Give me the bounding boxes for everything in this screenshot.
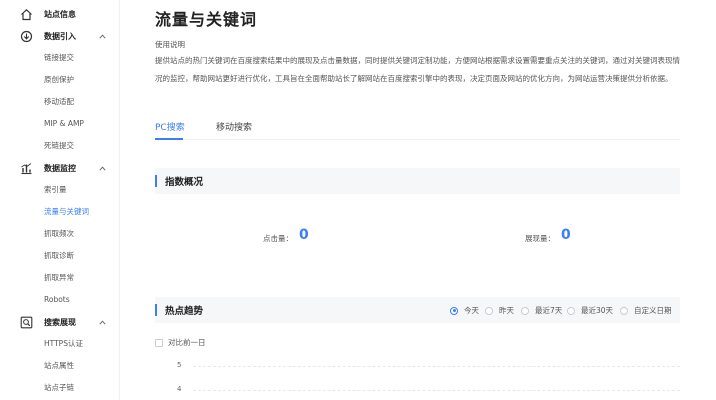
- sidebar-item-sitelinks[interactable]: 站点子链: [44, 381, 74, 395]
- sidebar-item-robots[interactable]: Robots: [44, 293, 70, 307]
- trend-title: 热点趋势: [165, 306, 204, 317]
- radio-label: 最近7天: [535, 306, 563, 315]
- sidebar-item-dead-link[interactable]: 死链提交: [44, 139, 74, 153]
- sidebar-item-crawl-frequency[interactable]: 抓取频次: [44, 227, 74, 241]
- sidebar-group-site-info[interactable]: 站点信息: [0, 5, 119, 25]
- sidebar-item-index-volume[interactable]: 索引量: [44, 183, 67, 197]
- search-tabs: PC搜索 移动搜索: [155, 118, 680, 140]
- range-option-today[interactable]: 今天: [450, 305, 479, 316]
- sidebar-item-original-protect[interactable]: 原创保护: [44, 73, 74, 87]
- sidebar-item-crawl-diagnosis[interactable]: 抓取诊断: [44, 249, 74, 263]
- sidebar-item-mip-amp[interactable]: MIP & AMP: [44, 117, 84, 131]
- range-option-last-7-days[interactable]: 最近7天: [521, 305, 562, 316]
- overview-panel-header: 指数概况: [155, 168, 680, 194]
- compare-previous-day[interactable]: 对比前一日: [155, 337, 206, 348]
- chevron-up-icon: [99, 320, 106, 325]
- sidebar-group-data-monitor[interactable]: 数据监控: [0, 159, 119, 179]
- search-display-icon: [20, 316, 33, 329]
- impressions-value: 0: [561, 227, 571, 243]
- sidebar-item-mobile-adapt[interactable]: 移动适配: [44, 95, 74, 109]
- sidebar-group-label: 站点信息: [44, 10, 76, 19]
- chevron-up-icon: [99, 166, 106, 171]
- radio-label: 最近30天: [581, 306, 614, 315]
- sidebar-group-search-display[interactable]: 搜索展现: [0, 313, 119, 333]
- sidebar-group-label: 数据引入: [44, 32, 76, 41]
- sidebar-group-label: 搜索展现: [44, 318, 76, 327]
- description-title: 使用说明: [155, 40, 185, 49]
- tab-pc-search[interactable]: PC搜索: [155, 120, 185, 133]
- radio-button[interactable]: [567, 306, 575, 315]
- y-tick-label: 4: [177, 385, 182, 393]
- range-option-last-30-days[interactable]: 最近30天: [567, 305, 613, 316]
- radio-label: 今天: [464, 306, 479, 315]
- radio-label: 昨天: [499, 306, 514, 315]
- active-tab-underline: [155, 138, 183, 140]
- clicks-label: 点击量：: [263, 234, 293, 243]
- sidebar-item-link-submit[interactable]: 链接提交: [44, 51, 74, 65]
- clicks-value: 0: [299, 227, 309, 243]
- tab-mobile-search[interactable]: 移动搜索: [216, 120, 252, 133]
- chart-gridline: [193, 390, 680, 391]
- radio-button[interactable]: [620, 306, 628, 315]
- sidebar-item-crawl-errors[interactable]: 抓取异常: [44, 271, 74, 285]
- radio-button[interactable]: [485, 306, 493, 315]
- data-import-icon: [20, 30, 33, 43]
- section-accent-bar: [155, 304, 157, 316]
- sidebar-item-traffic-keywords[interactable]: 流量与关键词: [44, 205, 89, 219]
- home-icon: [21, 8, 32, 21]
- sidebar-group-label: 数据监控: [44, 164, 76, 173]
- sidebar-group-data-import[interactable]: 数据引入: [0, 27, 119, 47]
- radio-label: 自定义日期: [634, 306, 672, 315]
- sidebar-item-site-attributes[interactable]: 站点属性: [44, 359, 74, 373]
- chevron-up-icon: [99, 34, 106, 39]
- chart-gridline: [193, 366, 680, 367]
- bar-chart-icon: [21, 163, 32, 175]
- compare-checkbox[interactable]: [155, 338, 163, 347]
- description-text: 提供站点的热门关键词在百度搜索结果中的展现及点击量数据，同时提供关键词定制功能，…: [155, 56, 680, 83]
- sidebar: 站点信息 数据引入 链接提交 原创保护 移动适配 MIP & AMP 死链提交 …: [0, 0, 120, 400]
- overview-title: 指数概况: [165, 177, 204, 188]
- section-accent-bar: [155, 175, 157, 187]
- sidebar-item-https[interactable]: HTTPS认证: [44, 337, 83, 351]
- radio-button[interactable]: [521, 306, 529, 315]
- radio-button[interactable]: [450, 306, 458, 315]
- main-content: 流量与关键词 使用说明 提供站点的热门关键词在百度搜索结果中的展现及点击量数据，…: [120, 0, 716, 400]
- page-title: 流量与关键词: [155, 10, 258, 29]
- compare-label: 对比前一日: [168, 338, 206, 347]
- y-tick-label: 5: [177, 361, 182, 369]
- range-option-yesterday[interactable]: 昨天: [485, 305, 514, 316]
- impressions-label: 展现量：: [525, 234, 555, 243]
- range-option-custom-date[interactable]: 自定义日期: [620, 305, 672, 316]
